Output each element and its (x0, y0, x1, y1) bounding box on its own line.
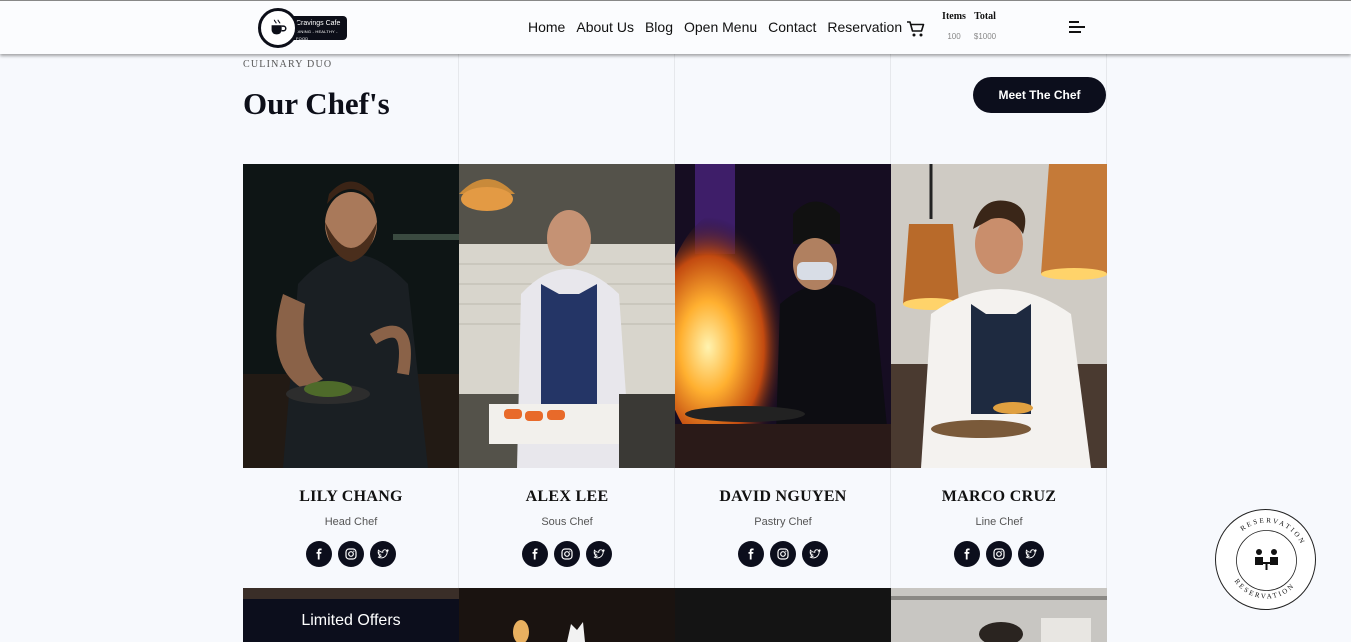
instagram-icon[interactable] (554, 541, 580, 567)
chef-role: Pastry Chef (754, 516, 812, 528)
section-eyebrow: CULINARY DUO (243, 59, 333, 70)
facebook-icon[interactable] (954, 541, 980, 567)
chef-card: DAVID NGUYEN Pastry Chef (675, 164, 891, 588)
instagram-icon[interactable] (770, 541, 796, 567)
chef-photo (459, 164, 675, 468)
offer-image (891, 588, 1107, 642)
twitter-icon[interactable] (586, 541, 612, 567)
logo-tagline: DINING - HEALTHY - FOOD (296, 29, 338, 41)
social-links (459, 541, 675, 567)
nav-contact[interactable]: Contact (768, 19, 816, 35)
total-label: Total (974, 11, 996, 22)
chef-photo (675, 164, 891, 468)
chef-name: MARCO CRUZ (941, 488, 1057, 505)
chef-photo (891, 164, 1107, 468)
social-links (243, 541, 459, 567)
chef-role: Head Chef (324, 516, 378, 528)
hamburger-menu-icon[interactable] (1069, 21, 1085, 35)
section-title: Our Chef's (243, 86, 390, 121)
facebook-icon[interactable] (306, 541, 332, 567)
instagram-icon[interactable] (986, 541, 1012, 567)
facebook-icon[interactable] (522, 541, 548, 567)
instagram-icon[interactable] (338, 541, 364, 567)
chef-name: DAVID NGUYEN (719, 488, 847, 505)
twitter-icon[interactable] (802, 541, 828, 567)
dining-table-icon (1255, 549, 1278, 570)
nav-home[interactable]: Home (528, 19, 565, 35)
coffee-cup-icon (258, 8, 298, 48)
twitter-icon[interactable] (1018, 541, 1044, 567)
nav-about-us[interactable]: About Us (576, 19, 634, 35)
main-nav: Home About Us Blog Open Menu Contact Res… (528, 19, 913, 35)
chef-card: LILY CHANG Head Chef (243, 164, 459, 588)
nav-blog[interactable]: Blog (645, 19, 673, 35)
logo-name: Cravings Cafe (296, 20, 341, 27)
cafe-logo[interactable]: Cravings Cafe DINING - HEALTHY - FOOD (258, 8, 348, 48)
badge-text-bottom: RESERVATION (1233, 577, 1297, 600)
cart-items: Items 100 (939, 11, 969, 41)
chef-role: Sous Chef (541, 516, 593, 528)
items-value: 100 (947, 32, 961, 41)
chef-name: LILY CHANG (299, 488, 403, 505)
chef-name: ALEX LEE (525, 488, 609, 505)
limited-offers-label[interactable]: Limited Offers (243, 599, 459, 642)
social-links (675, 541, 891, 567)
social-links (891, 541, 1107, 567)
reservation-badge[interactable]: RESERVATION RESERVATION (1215, 509, 1316, 610)
offer-image (459, 588, 675, 642)
chef-photo (243, 164, 459, 468)
chef-card: MARCO CRUZ Line Chef (891, 164, 1107, 588)
total-value: $1000 (973, 32, 997, 41)
meet-the-chef-button[interactable]: Meet The Chef (973, 77, 1106, 113)
items-label: Items (942, 11, 966, 22)
chef-card: ALEX LEE Sous Chef (459, 164, 675, 588)
nav-reservation[interactable]: Reservation (827, 19, 902, 35)
facebook-icon[interactable] (738, 541, 764, 567)
twitter-icon[interactable] (370, 541, 396, 567)
offer-image (675, 588, 891, 642)
nav-open-menu[interactable]: Open Menu (684, 19, 757, 35)
cart-total: Total $1000 (970, 11, 1000, 41)
site-header: Cravings Cafe DINING - HEALTHY - FOOD Ho… (0, 0, 1351, 54)
chef-role: Line Chef (975, 516, 1023, 528)
cart-icon[interactable] (906, 20, 926, 38)
